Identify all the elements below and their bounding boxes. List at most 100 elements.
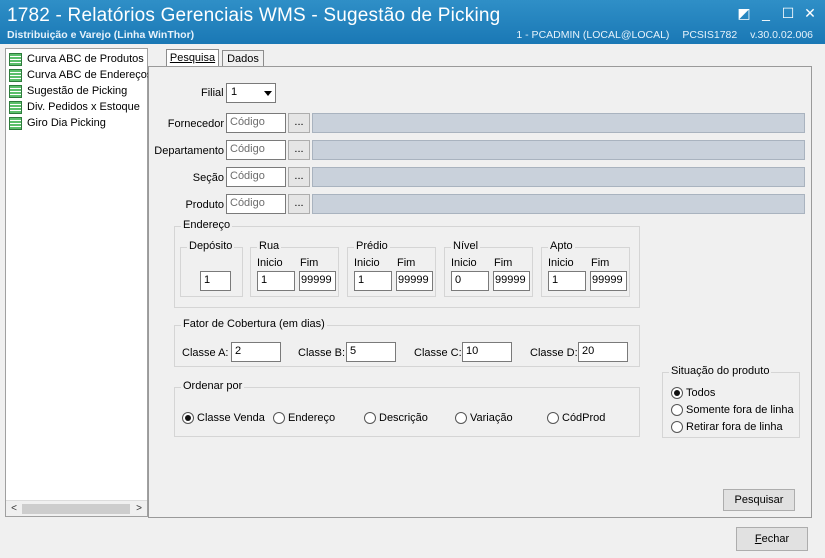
tab-label: Dados [227,53,259,65]
report-icon [9,84,22,98]
tab-dados[interactable]: Dados [222,50,264,67]
nivel-fim-input[interactable]: 99999 [493,271,530,291]
apto-title: Apto [548,240,575,252]
radio-icon [547,412,559,424]
tab-label: Pesquisa [169,52,216,64]
filial-select[interactable]: 1 [226,83,276,103]
fornecedor-code-input[interactable]: Código [226,113,286,133]
scroll-right-icon[interactable]: > [132,502,146,516]
classe-b-label: Classe B: [298,347,346,359]
session-user: 1 - PCADMIN (LOCAL@LOCAL) [516,29,670,41]
classe-b-input[interactable]: 5 [346,342,396,362]
tree-item-giro-dia-picking[interactable]: Giro Dia Picking [9,115,106,131]
apto-fim-input[interactable]: 99999 [590,271,627,291]
restore-icon[interactable]: ◩ [735,4,753,22]
radio-icon [182,412,194,424]
nivel-inicio-input[interactable]: 0 [451,271,489,291]
tree-item-div-pedidos-estoque[interactable]: Div. Pedidos x Estoque [9,99,140,115]
tree-item-curva-abc-produtos[interactable]: Curva ABC de Produtos [9,51,144,67]
session-info: 1 - PCADMIN (LOCAL@LOCAL) PCSIS1782 v.30… [506,29,813,41]
departamento-search-button[interactable]: ... [288,140,310,160]
pesquisa-panel: Filial 1 Fornecedor Código ... Departame… [148,66,812,518]
classe-c-label: Classe C: [414,347,462,359]
produto-code-input[interactable]: Código [226,194,286,214]
fechar-button[interactable]: Fechar [736,527,808,551]
predio-title: Prédio [354,240,390,252]
fornecedor-description [312,113,805,133]
tree-item-sugestao-picking[interactable]: Sugestão de Picking [9,83,127,99]
ordenar-descricao-radio[interactable]: Descrição [364,412,428,424]
scroll-left-icon[interactable]: < [7,502,21,516]
departamento-code-input[interactable]: Código [226,140,286,160]
classe-a-input[interactable]: 2 [231,342,281,362]
ordenar-endereco-radio[interactable]: Endereço [273,412,335,424]
report-icon [9,116,22,130]
scroll-thumb[interactable] [22,504,130,514]
secao-description [312,167,805,187]
nivel-title: Nível [451,240,481,252]
predio-fim-input[interactable]: 99999 [396,271,433,291]
close-icon[interactable]: ✕ [801,4,819,22]
classe-d-input[interactable]: 20 [578,342,628,362]
secao-search-button[interactable]: ... [288,167,310,187]
rua-fim-label: Fim [300,257,319,269]
apto-inicio-input[interactable]: 1 [548,271,586,291]
window-subtitle: Distribuição e Varejo (Linha WinThor) [7,29,195,41]
maximize-icon[interactable]: ☐ [779,4,797,22]
cobertura-title: Fator de Cobertura (em dias) [181,318,327,330]
pesquisar-button[interactable]: Pesquisar [723,489,795,511]
deposito-input[interactable]: 1 [200,271,231,291]
radio-label: Variação [470,412,513,424]
window-controls: ◩ _ ☐ ✕ [735,4,819,22]
tree-item-label: Sugestão de Picking [27,85,128,97]
radio-label: Classe Venda [197,412,265,424]
produto-search-button[interactable]: ... [288,194,310,214]
ordenar-classe-venda-radio[interactable]: Classe Venda [182,412,265,424]
ordenar-variacao-radio[interactable]: Variação [455,412,513,424]
fornecedor-label: Fornecedor [167,118,224,130]
nivel-inicio-label: Inicio [451,257,477,269]
chevron-down-icon [264,91,272,96]
tree-item-curva-abc-enderecos[interactable]: Curva ABC de Endereços [9,67,152,83]
rua-inicio-label: Inicio [257,257,283,269]
predio-group: Prédio Inicio Fim 1 99999 [347,240,436,297]
fechar-label: echar [761,533,790,545]
secao-code-input[interactable]: Código [226,167,286,187]
rua-inicio-input[interactable]: 1 [257,271,295,291]
apto-inicio-label: Inicio [548,257,574,269]
tree-item-label: Curva ABC de Endereços [27,69,153,81]
ordenar-codprod-radio[interactable]: CódProd [547,412,605,424]
situacao-somente-fora-radio[interactable]: Somente fora de linha [671,404,794,416]
radio-icon [455,412,467,424]
horizontal-scrollbar[interactable]: < > [6,500,147,516]
minimize-icon[interactable]: _ [757,4,775,22]
endereco-title: Endereço [181,219,233,231]
classe-c-input[interactable]: 10 [462,342,512,362]
report-icon [9,68,22,82]
tree-item-label: Curva ABC de Produtos [27,53,144,65]
ordenar-group: Ordenar por Classe Venda Endereço Descri… [174,380,640,437]
secao-label: Seção [192,172,224,184]
departamento-label: Departamento [154,145,224,157]
cobertura-group: Fator de Cobertura (em dias) Classe A: 2… [174,318,640,367]
nivel-fim-label: Fim [494,257,513,269]
departamento-description [312,140,805,160]
endereco-group: Endereço Depósito 1 Rua Inicio Fim 1 999… [174,219,640,308]
deposito-title: Depósito [187,240,235,252]
report-tree: Curva ABC de Produtos Curva ABC de Ender… [5,48,152,517]
radio-label: Descrição [379,412,428,424]
rua-fim-input[interactable]: 99999 [299,271,336,291]
situacao-group: Situação do produto Todos Somente fora d… [662,365,800,438]
fornecedor-search-button[interactable]: ... [288,113,310,133]
ordenar-title: Ordenar por [181,380,245,392]
radio-icon [671,404,683,416]
situacao-todos-radio[interactable]: Todos [671,387,715,399]
situacao-retirar-fora-radio[interactable]: Retirar fora de linha [671,421,783,433]
predio-inicio-input[interactable]: 1 [354,271,392,291]
radio-icon [273,412,285,424]
radio-icon [671,387,683,399]
radio-label: Todos [686,387,716,399]
filial-label: Filial [201,87,224,99]
produto-description [312,194,805,214]
rua-group: Rua Inicio Fim 1 99999 [250,240,339,297]
